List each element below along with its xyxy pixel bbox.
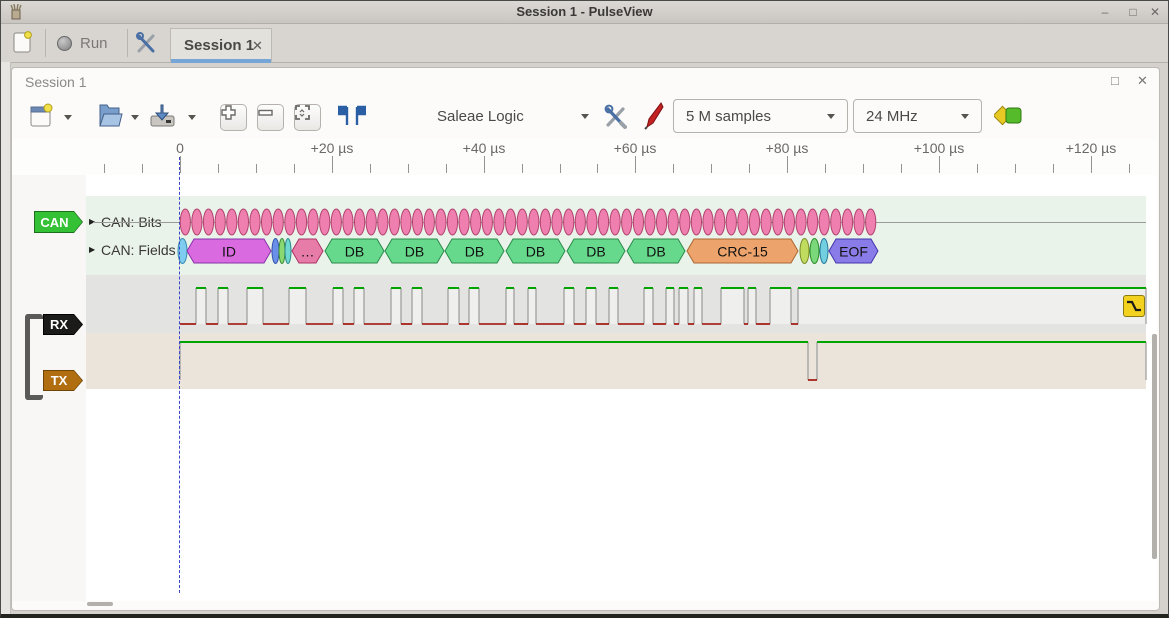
ruler-minor-tick [560, 164, 561, 173]
ruler-minor-tick [1053, 164, 1054, 173]
sample-rate-caret [961, 114, 969, 119]
ruler-minor-tick [142, 164, 143, 173]
subwindow-restore-icon[interactable]: □ [1111, 73, 1119, 88]
expand-arrow-icon[interactable]: ▶ [89, 217, 95, 226]
run-button[interactable]: Run [57, 30, 119, 56]
titlebar[interactable]: Session 1 - PulseView – □ ✕ [1, 1, 1168, 24]
sample-rate-value: 24 MHz [866, 108, 961, 125]
ruler-minor-tick [256, 164, 257, 173]
vertical-scrollbar-handle[interactable] [1152, 334, 1157, 559]
ruler-minor-tick [408, 164, 409, 173]
ruler-minor-tick [977, 164, 978, 173]
sample-count-caret [827, 114, 835, 119]
horizontal-scrollbar-handle[interactable] [87, 602, 113, 606]
save-dropdown-caret[interactable] [188, 115, 196, 120]
sample-count-value: 5 M samples [686, 108, 827, 125]
ruler-minor-tick [446, 164, 447, 173]
maximize-button[interactable]: □ [1125, 4, 1141, 20]
subwindow-close-icon[interactable]: ✕ [1137, 73, 1148, 89]
trigger-marker-falling-edge[interactable] [1123, 295, 1145, 317]
fit-corners-icon [295, 105, 310, 120]
ruler-minor-tick [294, 164, 295, 173]
main-toolbar: Run Session 1 ✕ [1, 24, 1168, 63]
ruler-minor-tick [673, 164, 674, 173]
tab-session-1[interactable]: Session 1 ✕ [170, 28, 272, 63]
ruler-minor-tick [711, 164, 712, 173]
channel-group-bracket[interactable] [25, 314, 43, 400]
minimize-button[interactable]: – [1097, 4, 1113, 20]
tx-tag-label: TX [44, 373, 74, 388]
run-label: Run [80, 35, 108, 52]
window-title: Session 1 - PulseView [1, 4, 1168, 19]
open-dropdown-caret[interactable] [131, 115, 139, 120]
toolbar-separator [45, 29, 46, 57]
ruler-minor-tick [597, 164, 598, 173]
ruler-minor-tick [218, 164, 219, 173]
new-session-icon[interactable] [12, 30, 34, 54]
ruler-label: +120 µs [1046, 140, 1136, 156]
ruler-label: +20 µs [287, 140, 377, 156]
new-dropdown-caret[interactable] [64, 115, 72, 120]
tx-row-background [86, 333, 1146, 389]
ruler-label: +80 µs [742, 140, 832, 156]
close-button[interactable]: ✕ [1147, 4, 1163, 20]
device-selector[interactable]: Saleae Logic [437, 108, 524, 125]
ruler-minor-tick [104, 164, 105, 173]
ruler-major-tick [332, 156, 333, 173]
expand-arrow-icon[interactable]: ▶ [89, 245, 95, 254]
ruler-label: +40 µs [439, 140, 529, 156]
subwindow-title: Session 1 [25, 74, 86, 90]
settings-tools-icon[interactable] [135, 31, 159, 55]
ruler-major-tick [484, 156, 485, 173]
active-tab-indicator [171, 59, 271, 63]
zoom-in-button[interactable] [220, 104, 247, 131]
plus-icon [221, 105, 236, 120]
ruler-minor-tick [1129, 164, 1130, 173]
ruler-major-tick [1091, 156, 1092, 173]
can-decoder-tag[interactable]: CAN [34, 211, 83, 233]
tab-close-icon[interactable]: ✕ [252, 38, 263, 54]
toolbar-separator [127, 29, 128, 57]
decoder-row-bits-label: CAN: Bits [101, 214, 162, 230]
zoom-fit-button[interactable] [294, 104, 321, 131]
zoom-out-button[interactable] [257, 104, 284, 131]
minus-icon [258, 105, 273, 120]
time-cursor-line[interactable] [179, 157, 180, 593]
rx-tag-label: RX [44, 317, 74, 332]
ruler-major-tick [635, 156, 636, 173]
mdi-left-edge [1, 62, 11, 614]
ruler-minor-tick [901, 164, 902, 173]
ruler-minor-tick [370, 164, 371, 173]
ruler-minor-tick [863, 164, 864, 173]
ruler-label: 0 [135, 140, 225, 156]
rx-row-background [86, 275, 1146, 333]
ruler-major-tick [787, 156, 788, 173]
ruler-major-tick [939, 156, 940, 173]
decoder-rows-background [86, 196, 1146, 275]
can-tag-label: CAN [35, 215, 74, 230]
ruler-minor-tick [825, 164, 826, 173]
ruler-minor-tick [1015, 164, 1016, 173]
ruler-minor-tick [522, 164, 523, 173]
ruler-label: +100 µs [894, 140, 984, 156]
ruler-label: +60 µs [590, 140, 680, 156]
device-dropdown-caret[interactable] [581, 114, 589, 119]
decoder-row-fields-label: CAN: Fields [101, 242, 176, 258]
tab-label: Session 1 [184, 37, 254, 54]
sample-count-select[interactable]: 5 M samples [673, 99, 848, 133]
run-led-icon [57, 36, 72, 51]
ruler-major-tick [180, 156, 181, 173]
application-window: Session 1 - PulseView – □ ✕ Run Session … [0, 0, 1169, 618]
sample-rate-select[interactable]: 24 MHz [853, 99, 982, 133]
ruler-minor-tick [749, 164, 750, 173]
